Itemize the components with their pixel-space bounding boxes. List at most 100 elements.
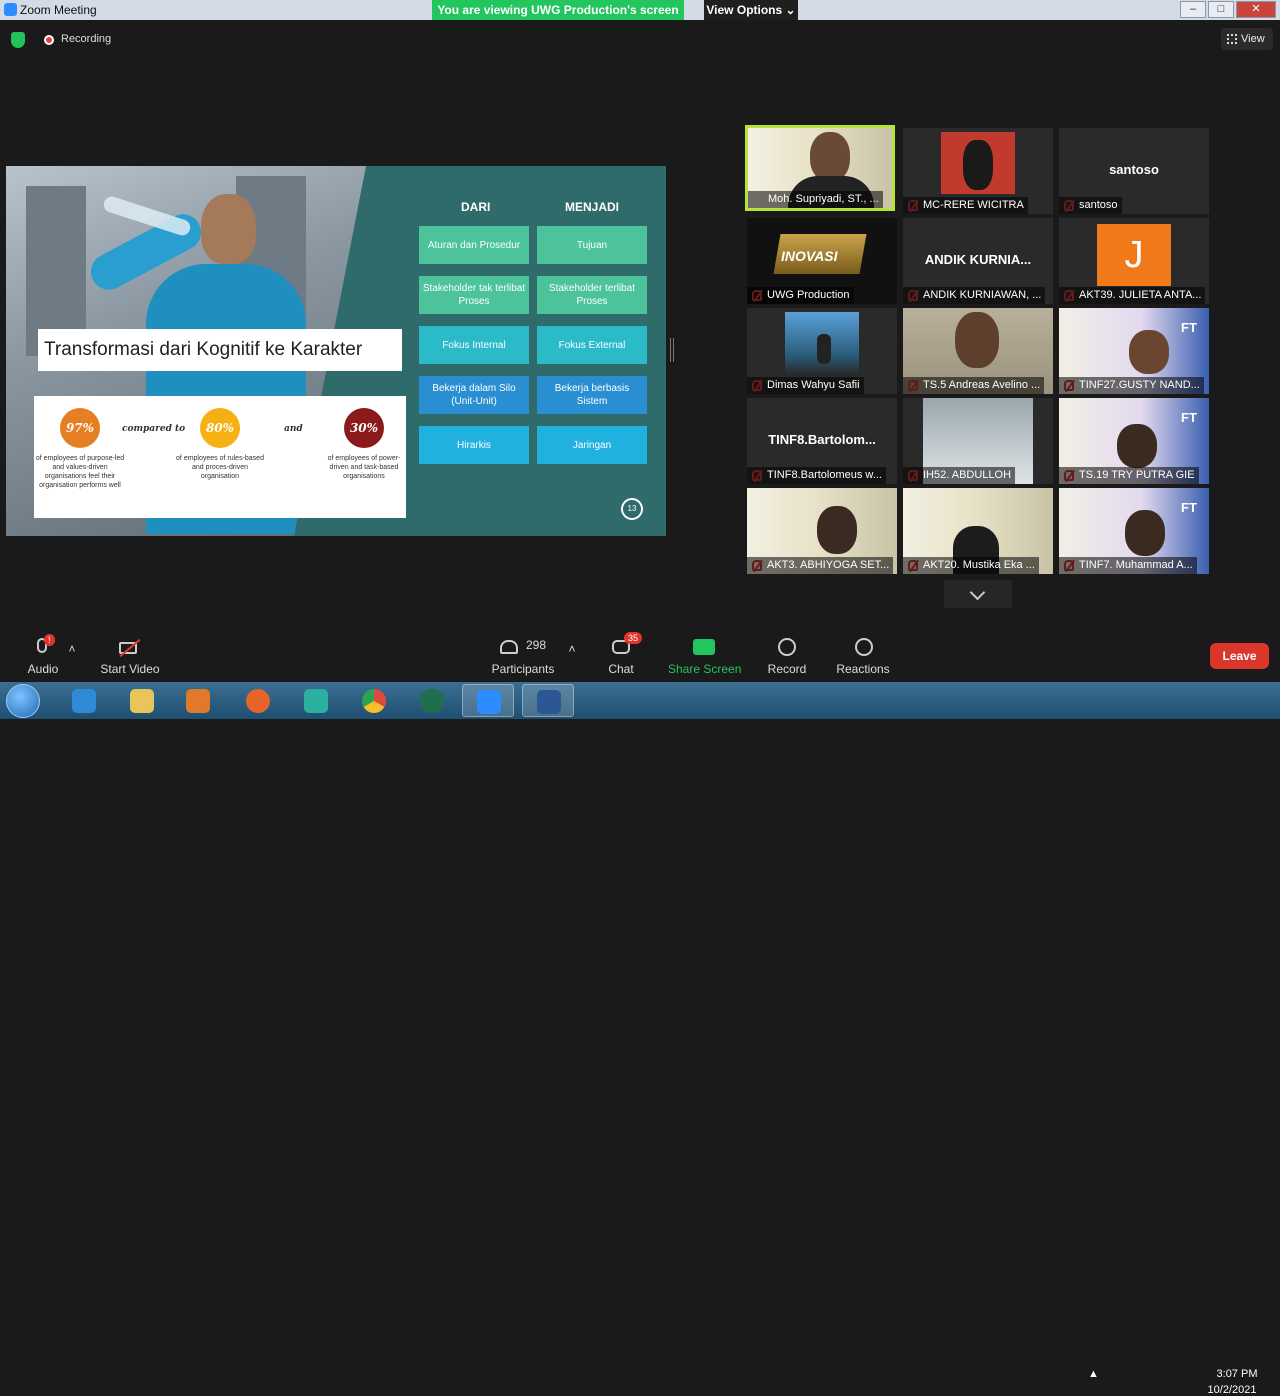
from-cell-5: Hirarkis bbox=[419, 426, 529, 464]
resize-handle[interactable] bbox=[670, 338, 674, 362]
viewing-banner: You are viewing UWG Production's screen bbox=[432, 0, 684, 20]
taskbar-filmora[interactable] bbox=[290, 684, 342, 717]
stats-card: 97% of employees of purpose-led and valu… bbox=[34, 396, 406, 518]
taskbar-word[interactable] bbox=[522, 684, 574, 717]
participants-count: 298 bbox=[526, 638, 547, 652]
share-screen-label: Share Screen bbox=[668, 662, 742, 676]
gallery-next-page-button[interactable] bbox=[944, 580, 1012, 608]
windows-taskbar: ▲ 3:07 PM 10/2/2021 bbox=[0, 682, 1280, 1396]
participant-tile[interactable]: MC-RERE WICITRA bbox=[903, 128, 1053, 214]
participant-name: TINF7. Muhammad A... bbox=[1059, 557, 1197, 574]
share-screen-icon bbox=[668, 636, 740, 658]
participant-tile[interactable]: santoso santoso bbox=[1059, 128, 1209, 214]
participant-name: AKT39. JULIETA ANTA... bbox=[1059, 287, 1206, 304]
view-options-label: View Options bbox=[706, 3, 783, 17]
participant-tile[interactable]: FT TINF7. Muhammad A... bbox=[1059, 488, 1209, 574]
record-button[interactable]: Record bbox=[767, 636, 807, 676]
chat-badge: 35 bbox=[624, 632, 643, 644]
participant-name: AKT20. Mustika Eka ... bbox=[903, 557, 1039, 574]
participants-options-caret[interactable]: ˄ bbox=[566, 642, 578, 656]
minimize-button[interactable]: – bbox=[1180, 1, 1206, 18]
close-window-button[interactable]: ✕ bbox=[1236, 1, 1276, 18]
stat-circle-1: 97% bbox=[60, 408, 100, 448]
participant-center-name: santoso bbox=[1109, 162, 1159, 177]
participants-button[interactable]: 298 Participants bbox=[490, 636, 556, 676]
participants-icon: 298 bbox=[490, 636, 556, 658]
to-cell-1: Tujuan bbox=[537, 226, 647, 264]
internet-explorer-icon bbox=[72, 689, 96, 713]
to-cell-4: Bekerja berbasis Sistem bbox=[537, 376, 647, 414]
media-player-icon bbox=[186, 689, 210, 713]
participant-tile[interactable]: FT TS.19 TRY PUTRA GIE bbox=[1059, 398, 1209, 484]
participant-tile[interactable]: FT TINF27.GUSTY NAND... bbox=[1059, 308, 1209, 394]
system-tray: ▲ bbox=[1088, 1368, 1099, 1380]
audio-button[interactable]: ! Audio bbox=[24, 634, 62, 676]
participant-name: TS.19 TRY PUTRA GIE bbox=[1059, 467, 1199, 484]
clock-time[interactable]: 3:07 PM bbox=[1212, 1368, 1262, 1380]
chat-icon: 35 bbox=[604, 632, 643, 658]
clock-date[interactable]: 10/2/2021 bbox=[1202, 1384, 1262, 1396]
start-video-label: Start Video bbox=[100, 662, 160, 676]
view-options-button[interactable]: View Options ⌄ bbox=[704, 0, 798, 20]
taskbar-vpn[interactable] bbox=[406, 684, 458, 717]
participant-name: UWG Production bbox=[747, 287, 854, 304]
leave-button[interactable]: Leave bbox=[1210, 643, 1269, 669]
show-hidden-icons[interactable]: ▲ bbox=[1088, 1368, 1099, 1380]
taskbar-firefox[interactable] bbox=[232, 684, 284, 717]
taskbar-ie[interactable] bbox=[58, 684, 110, 717]
maximize-button[interactable]: □ bbox=[1208, 1, 1234, 18]
participant-tile[interactable]: INOVASI UWG Production bbox=[747, 218, 897, 304]
record-label: Record bbox=[767, 662, 807, 676]
reactions-icon bbox=[836, 636, 890, 658]
participant-tile[interactable]: J AKT39. JULIETA ANTA... bbox=[1059, 218, 1209, 304]
participant-tile[interactable]: Dimas Wahyu Safii bbox=[747, 308, 897, 394]
from-cell-2: Stakeholder tak terlibat Proses bbox=[419, 276, 529, 314]
chat-label: Chat bbox=[608, 662, 634, 676]
microphone-icon: ! bbox=[24, 634, 62, 658]
view-label: View bbox=[1241, 33, 1265, 45]
stat-desc-3: of employees of power-driven and task-ba… bbox=[327, 455, 401, 480]
recording-icon bbox=[44, 35, 54, 45]
taskbar-explorer[interactable] bbox=[116, 684, 168, 717]
firefox-icon bbox=[246, 689, 270, 713]
video-editor-icon bbox=[304, 689, 328, 713]
chat-button[interactable]: 35 Chat bbox=[604, 632, 643, 676]
from-cell-1: Aturan dan Prosedur bbox=[419, 226, 529, 264]
recording-label: Recording bbox=[61, 33, 112, 45]
view-button[interactable]: View bbox=[1221, 28, 1273, 50]
word-icon bbox=[537, 690, 561, 714]
folder-icon bbox=[130, 689, 154, 713]
start-video-button[interactable]: Start Video bbox=[100, 636, 160, 676]
start-button[interactable] bbox=[6, 684, 40, 718]
participant-tile[interactable]: ANDIK KURNIA... ANDIK KURNIAWAN, ... bbox=[903, 218, 1053, 304]
participant-name: TINF8.Bartolomeus w... bbox=[747, 467, 886, 484]
taskbar-zoom[interactable] bbox=[462, 684, 514, 717]
window-title: Zoom Meeting bbox=[20, 3, 97, 17]
shield-icon[interactable] bbox=[11, 32, 25, 48]
participant-name: santoso bbox=[1059, 197, 1122, 214]
participant-tile[interactable]: Moh. Supriyadi, ST., ... bbox=[745, 125, 895, 211]
stat-connector-1: compared to bbox=[122, 424, 186, 434]
to-cell-3: Fokus External bbox=[537, 326, 647, 364]
video-off-icon bbox=[100, 636, 160, 658]
share-screen-button[interactable]: Share Screen bbox=[668, 636, 742, 676]
slide-title: Transformasi dari Kognitif ke Karakter bbox=[38, 329, 402, 371]
participant-tile[interactable]: AKT3. ABHIYOGA SET... bbox=[747, 488, 897, 574]
participant-name: TS.5 Andreas Avelino ... bbox=[903, 377, 1045, 394]
stat-circle-3: 30% bbox=[344, 408, 384, 448]
zoom-logo-icon bbox=[4, 3, 17, 16]
audio-options-caret[interactable]: ˄ bbox=[66, 642, 78, 656]
reactions-button[interactable]: Reactions bbox=[836, 636, 890, 676]
participant-tile[interactable]: IH52. ABDULLOH bbox=[903, 398, 1053, 484]
reactions-label: Reactions bbox=[836, 662, 890, 676]
participant-center-name: ANDIK KURNIA... bbox=[924, 252, 1032, 267]
column-header-from: DARI bbox=[461, 200, 491, 214]
taskbar-chrome[interactable] bbox=[348, 684, 400, 717]
participant-tile[interactable]: TINF8.Bartolom... TINF8.Bartolomeus w... bbox=[747, 398, 897, 484]
taskbar-media[interactable] bbox=[172, 684, 224, 717]
to-cell-5: Jaringan bbox=[537, 426, 647, 464]
shared-screen-slide: Transformasi dari Kognitif ke Karakter 9… bbox=[6, 166, 666, 536]
participant-tile[interactable]: AKT20. Mustika Eka ... bbox=[903, 488, 1053, 574]
participant-tile[interactable]: TS.5 Andreas Avelino ... bbox=[903, 308, 1053, 394]
stat-connector-2: and bbox=[284, 424, 303, 434]
